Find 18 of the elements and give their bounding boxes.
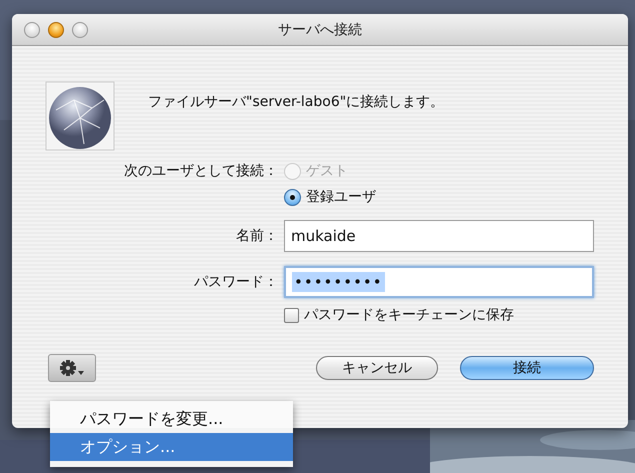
field-label: 名前：: [236, 227, 278, 245]
menu-item[interactable]: パスワードを変更...: [50, 405, 293, 433]
input-field[interactable]: mukaide: [284, 220, 594, 252]
connect-as-label: 次のユーザとして接続：: [124, 162, 278, 180]
input-field[interactable]: •••••••••: [284, 266, 594, 298]
keychain-checkbox[interactable]: パスワードをキーチェーンに保存: [284, 306, 514, 324]
window-title: サーバへ接続: [278, 22, 362, 38]
minimize-icon[interactable]: [48, 22, 64, 38]
connect-button[interactable]: 接続: [460, 356, 594, 380]
action-menu-button[interactable]: [48, 354, 96, 382]
close-icon[interactable]: [24, 22, 40, 38]
radio-option[interactable]: 登録ユーザ: [284, 188, 376, 206]
connection-message: ファイルサーバ"server-labo6"に接続します。: [148, 93, 444, 112]
menu-item[interactable]: オプション...: [50, 433, 293, 461]
cancel-button[interactable]: キャンセル: [316, 356, 438, 380]
field-label: パスワード：: [194, 273, 278, 291]
zoom-icon[interactable]: [72, 22, 88, 38]
gear-icon: [57, 358, 87, 378]
